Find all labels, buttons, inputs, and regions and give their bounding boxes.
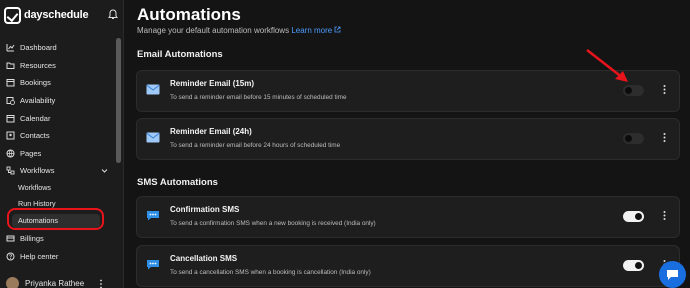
sidebar-item-label: Help center xyxy=(20,251,59,261)
automation-card-cancellation-sms: Cancellation SMS To send a cancellation … xyxy=(136,245,680,287)
automation-toggle[interactable] xyxy=(623,133,644,144)
page-title: Automations xyxy=(137,5,241,24)
dashboard-icon xyxy=(6,44,15,52)
sidebar: dayschedule Dashboard Resources Bookings… xyxy=(0,0,124,288)
calendar-icon xyxy=(6,114,15,123)
sidebar-item-label: Calendar xyxy=(20,113,51,123)
toggle-knob xyxy=(635,262,642,269)
card-description: To send a confirmation SMS when a new bo… xyxy=(170,220,376,227)
sidebar-item-workflows[interactable]: Workflows xyxy=(0,162,116,180)
card-description: To send a reminder email before 15 minut… xyxy=(170,94,347,101)
brand-name: dayschedule xyxy=(24,9,89,21)
annotation-highlight-box xyxy=(7,208,104,230)
sidebar-item-label: Workflows xyxy=(20,166,55,176)
billing-icon xyxy=(6,235,15,242)
globe-icon xyxy=(6,149,15,158)
folder-icon xyxy=(6,62,15,69)
sidebar-item-help-center[interactable]: Help center xyxy=(0,247,116,265)
more-vertical-icon[interactable] xyxy=(663,210,666,221)
sidebar-subitem-workflows[interactable]: Workflows xyxy=(0,180,116,196)
toggle-knob xyxy=(635,213,642,220)
sidebar-item-label: Availability xyxy=(20,96,56,106)
annotation-arrow xyxy=(586,49,628,82)
calendar-check-icon xyxy=(6,79,15,87)
logo-icon xyxy=(4,6,21,24)
sms-section-heading: SMS Automations xyxy=(137,177,218,188)
sidebar-item-label: Bookings xyxy=(20,78,51,88)
sidebar-item-label: Dashboard xyxy=(20,43,57,53)
sidebar-item-billings[interactable]: Billings xyxy=(0,230,116,248)
sidebar-item-bookings[interactable]: Bookings xyxy=(0,74,116,92)
sidebar-subitem-label: Workflows xyxy=(18,183,52,193)
card-description: To send a cancellation SMS when a bookin… xyxy=(170,269,371,276)
toggle-knob xyxy=(625,87,632,94)
more-vertical-icon[interactable] xyxy=(663,84,666,95)
chat-icon xyxy=(667,270,678,280)
sidebar-item-resources[interactable]: Resources xyxy=(0,57,116,75)
sidebar-item-contacts[interactable]: Contacts xyxy=(0,127,116,145)
email-icon xyxy=(146,84,160,95)
sidebar-item-label: Resources xyxy=(20,60,56,70)
card-description: To send a reminder email before 24 hours… xyxy=(170,142,341,149)
more-vertical-icon[interactable] xyxy=(663,132,666,143)
sidebar-item-label: Contacts xyxy=(20,131,50,141)
sidebar-item-dashboard[interactable]: Dashboard xyxy=(0,39,116,57)
card-title: Confirmation SMS xyxy=(170,205,240,214)
automation-card-reminder-24h: Reminder Email (24h) To send a reminder … xyxy=(136,118,680,160)
sidebar-item-availability[interactable]: Availability xyxy=(0,92,116,110)
calendar-clock-icon xyxy=(6,97,15,105)
chat-button[interactable] xyxy=(659,261,686,288)
sidebar-item-label: Pages xyxy=(20,148,42,158)
workflow-icon xyxy=(6,167,15,175)
card-title: Reminder Email (15m) xyxy=(170,79,255,88)
user-profile[interactable]: Priyanka Rathee xyxy=(6,277,103,288)
subtitle-text: Manage your default automation workflows xyxy=(137,26,290,35)
sidebar-scrollbar[interactable] xyxy=(116,38,121,163)
sidebar-subitem-label: Run History xyxy=(18,199,56,209)
page-subtitle: Manage your default automation workflows… xyxy=(137,26,341,35)
email-icon xyxy=(146,132,160,143)
sidebar-item-calendar[interactable]: Calendar xyxy=(0,109,116,127)
contacts-icon xyxy=(6,131,15,140)
learn-more-link[interactable]: Learn more xyxy=(291,26,341,35)
avatar xyxy=(6,277,19,288)
brand[interactable]: dayschedule xyxy=(4,4,122,26)
help-icon xyxy=(6,252,15,261)
learn-more-label: Learn more xyxy=(291,26,333,35)
card-title: Cancellation SMS xyxy=(170,254,238,263)
card-title: Reminder Email (24h) xyxy=(170,127,252,136)
sidebar-item-pages[interactable]: Pages xyxy=(0,145,116,163)
sidebar-item-label: Billings xyxy=(20,234,44,244)
sidebar-nav: Dashboard Resources Bookings Availabilit… xyxy=(0,39,116,265)
automation-toggle[interactable] xyxy=(623,260,644,271)
main-content: Automations Manage your default automati… xyxy=(124,0,690,288)
chevron-down-icon[interactable] xyxy=(101,167,108,174)
automation-toggle[interactable] xyxy=(623,85,644,96)
user-name: Priyanka Rathee xyxy=(25,279,85,288)
automation-toggle[interactable] xyxy=(623,211,644,222)
more-vertical-icon[interactable] xyxy=(100,279,103,288)
email-section-heading: Email Automations xyxy=(137,49,223,60)
sms-icon xyxy=(147,260,159,270)
toggle-knob xyxy=(625,135,632,142)
automation-card-confirmation-sms: Confirmation SMS To send a confirmation … xyxy=(136,196,680,238)
external-link-icon xyxy=(335,26,341,33)
bell-icon[interactable] xyxy=(108,9,118,20)
sms-icon xyxy=(147,211,159,221)
